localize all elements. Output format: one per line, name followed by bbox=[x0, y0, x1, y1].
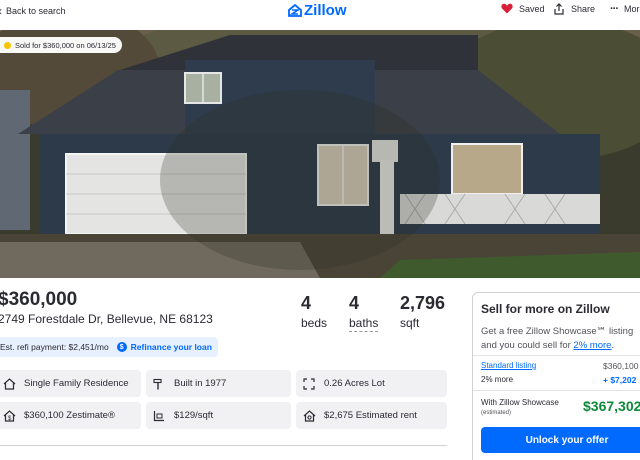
fact-lot-size: 0.26 Acres Lot bbox=[296, 370, 447, 397]
more-dots-icon: ··· bbox=[610, 3, 619, 15]
fact-text: Single Family Residence bbox=[24, 378, 129, 389]
sold-badge-text: Sold for $360,000 on 06/13/25 bbox=[15, 40, 116, 50]
beds-stat: 4 beds bbox=[301, 293, 327, 330]
share-icon bbox=[553, 3, 565, 15]
sqft-value: 2,796 bbox=[400, 293, 446, 313]
share-button[interactable]: Share bbox=[553, 3, 595, 15]
listing-address: 2749 Forestdale Dr, Bellevue, NE 68123 bbox=[0, 312, 213, 326]
section-divider bbox=[0, 445, 447, 446]
sqft-stat: 2,796 sqft bbox=[400, 293, 445, 330]
share-label: Share bbox=[571, 4, 596, 14]
sell-card-title: Sell for more on Zillow bbox=[481, 302, 610, 316]
back-to-search-link[interactable]: ‹ Back to search bbox=[0, 4, 66, 18]
standard-listing-link[interactable]: Standard listing bbox=[481, 361, 536, 370]
sold-dot-icon bbox=[4, 41, 11, 49]
sell-for-more-card: Sell for more on Zillow Get a free Zillo… bbox=[472, 292, 640, 460]
refi-payment-text: Est. refi payment: $2,451/mo bbox=[0, 342, 109, 352]
house-icon bbox=[2, 377, 16, 391]
fact-text: Built in 1977 bbox=[174, 378, 227, 389]
beds-label: beds bbox=[301, 316, 328, 330]
more-button[interactable]: ··· More bbox=[610, 3, 640, 15]
house-photo-illustration bbox=[0, 30, 640, 278]
logo-text: Zillow bbox=[304, 2, 347, 19]
dollar-circle-icon: $ bbox=[116, 342, 127, 352]
sell-card-divider bbox=[473, 390, 640, 391]
showcase-label: With Zillow Showcase bbox=[481, 398, 559, 407]
zestimate-icon: $ bbox=[2, 409, 16, 423]
sold-status-badge: Sold for $360,000 on 06/13/25 bbox=[0, 37, 122, 53]
fact-text: 0.26 Acres Lot bbox=[324, 378, 385, 389]
estimated-label: (estimated) bbox=[481, 410, 512, 416]
zillow-logo[interactable]: Zillow bbox=[288, 2, 347, 19]
unlock-offer-button[interactable]: Unlock your offer bbox=[481, 427, 640, 453]
fact-estimated-rent[interactable]: $2,675 Estimated rent bbox=[296, 402, 447, 429]
standard-listing-value: $360,100 bbox=[603, 361, 639, 371]
fact-price-per-sqft: $129/sqft bbox=[146, 402, 291, 429]
fact-text: $129/sqft bbox=[174, 410, 214, 421]
baths-label: baths bbox=[349, 316, 379, 332]
fact-text: $360,100 Zestimate® bbox=[24, 410, 115, 421]
heart-icon bbox=[501, 3, 513, 14]
listing-price: $360,000 bbox=[0, 289, 78, 310]
more-value: + $7,202 bbox=[603, 375, 637, 385]
saved-label: Saved bbox=[519, 3, 545, 14]
sqft-label: sqft bbox=[400, 316, 420, 330]
fact-text: $2,675 Estimated rent bbox=[324, 410, 417, 421]
hammer-icon bbox=[152, 377, 166, 391]
lot-icon bbox=[302, 377, 316, 391]
price-per-sqft-icon bbox=[152, 409, 166, 423]
beds-value: 4 bbox=[301, 293, 312, 313]
baths-stat[interactable]: 4 baths bbox=[349, 293, 379, 332]
sell-desc-pct-link[interactable]: 2% more bbox=[573, 340, 611, 351]
chevron-left-icon: ‹ bbox=[0, 4, 2, 18]
listing-photo[interactable]: Sold for $360,000 on 06/13/25 bbox=[0, 30, 640, 278]
refinance-link[interactable]: Refinance your loan bbox=[131, 342, 212, 352]
refi-banner: Est. refi payment: $2,451/mo $ Refinance… bbox=[0, 337, 218, 357]
more-label: 2% more bbox=[481, 375, 514, 384]
showcase-value: $367,302 bbox=[583, 398, 640, 414]
top-bar: ‹ Back to search Zillow Saved Share ··· … bbox=[0, 0, 640, 30]
fact-year-built: Built in 1977 bbox=[146, 370, 291, 397]
fact-zestimate[interactable]: $ $360,100 Zestimate® bbox=[0, 402, 141, 429]
sell-desc-suffix: . bbox=[611, 340, 615, 351]
fact-home-type: Single Family Residence bbox=[0, 370, 141, 397]
saved-button[interactable]: Saved bbox=[501, 3, 545, 14]
rent-icon bbox=[302, 409, 316, 423]
more-label: More bbox=[624, 4, 640, 14]
baths-value: 4 bbox=[349, 293, 360, 313]
back-label: Back to search bbox=[6, 6, 66, 16]
sell-card-description: Get a free Zillow Showcase℠ listing and … bbox=[481, 325, 640, 353]
sell-card-divider bbox=[473, 355, 640, 356]
zillow-logo-icon bbox=[288, 4, 302, 17]
